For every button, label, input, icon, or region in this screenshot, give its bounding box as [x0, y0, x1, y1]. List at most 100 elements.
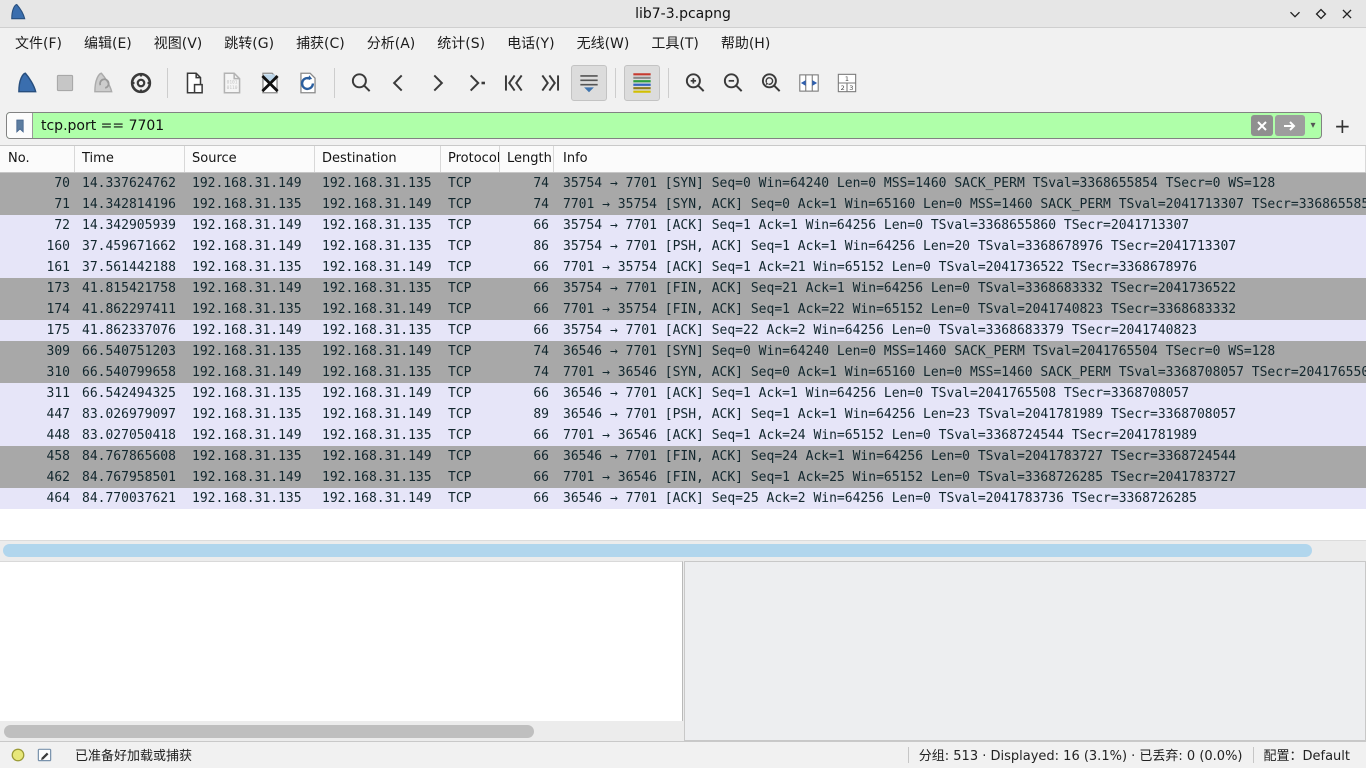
zoom-out-button[interactable] [715, 65, 751, 101]
packet-cell-protocol: TCP [441, 446, 500, 467]
packet-row[interactable]: 31166.542494325192.168.31.135192.168.31.… [0, 383, 1366, 404]
menu-item[interactable]: 编辑(E) [73, 29, 143, 59]
menu-item[interactable]: 帮助(H) [710, 29, 781, 59]
column-header-protocol[interactable]: Protocol [441, 146, 500, 172]
packet-list-hscrollbar-thumb[interactable] [3, 544, 1312, 557]
filter-apply-dropdown[interactable]: ▾ [1305, 115, 1321, 136]
packet-row[interactable]: 46284.767958501192.168.31.149192.168.31.… [0, 467, 1366, 488]
go-back-button[interactable] [381, 65, 417, 101]
menu-item[interactable]: 分析(A) [356, 29, 427, 59]
add-filter-button[interactable]: + [1334, 116, 1351, 136]
packet-details-hscrollbar-thumb[interactable] [4, 725, 534, 738]
packet-cell-no: 70 [0, 173, 75, 194]
packet-cell-source: 192.168.31.149 [185, 425, 315, 446]
packet-row[interactable]: 7214.342905939192.168.31.149192.168.31.1… [0, 215, 1366, 236]
column-header-no[interactable]: No. [0, 146, 75, 172]
go-to-packet-button[interactable] [457, 65, 493, 101]
toolbar-separator [167, 68, 168, 98]
menu-bar: 文件(F)编辑(E)视图(V)跳转(G)捕获(C)分析(A)统计(S)电话(Y)… [0, 28, 1366, 60]
expert-info-button[interactable] [10, 747, 26, 763]
packet-cell-destination: 192.168.31.135 [315, 215, 441, 236]
packet-cell-time: 37.561442188 [75, 257, 185, 278]
packet-row[interactable]: 30966.540751203192.168.31.135192.168.31.… [0, 341, 1366, 362]
packet-cell-no: 462 [0, 467, 75, 488]
maximize-button[interactable] [1308, 2, 1334, 26]
packet-row[interactable]: 17541.862337076192.168.31.149192.168.31.… [0, 320, 1366, 341]
menu-item[interactable]: 文件(F) [4, 29, 73, 59]
packet-row[interactable]: 31066.540799658192.168.31.149192.168.31.… [0, 362, 1366, 383]
menu-item[interactable]: 工具(T) [640, 29, 709, 59]
display-filter-input[interactable] [33, 118, 1251, 134]
start-capture-button[interactable] [9, 65, 45, 101]
column-header-destination[interactable]: Destination [315, 146, 441, 172]
resize-columns-button[interactable] [791, 65, 827, 101]
packet-row[interactable]: 7014.337624762192.168.31.149192.168.31.1… [0, 173, 1366, 194]
filter-clear-button[interactable] [1251, 115, 1273, 136]
column-header-info[interactable]: Info [554, 146, 1366, 172]
packet-cell-length: 66 [500, 215, 554, 236]
packet-row[interactable]: 17441.862297411192.168.31.135192.168.31.… [0, 299, 1366, 320]
menu-item[interactable]: 捕获(C) [285, 29, 356, 59]
menu-item[interactable]: 视图(V) [143, 29, 214, 59]
packet-cell-info: 35754 → 7701 [FIN, ACK] Seq=21 Ack=1 Win… [554, 278, 1366, 299]
auto-scroll-icon [576, 70, 602, 96]
packet-cell-length: 74 [500, 173, 554, 194]
packet-cell-source: 192.168.31.135 [185, 488, 315, 509]
display-filter-field[interactable]: ▾ [6, 112, 1322, 139]
close-file-button[interactable] [252, 65, 288, 101]
column-header-time[interactable]: Time [75, 146, 185, 172]
filter-bookmark-button[interactable] [7, 113, 33, 138]
packet-cell-info: 35754 → 7701 [SYN] Seq=0 Win=64240 Len=0… [554, 173, 1366, 194]
packet-row[interactable]: 46484.770037621192.168.31.135192.168.31.… [0, 488, 1366, 509]
column-header-source[interactable]: Source [185, 146, 315, 172]
packet-details-hscrollbar[interactable] [0, 721, 683, 741]
packet-row[interactable]: 16137.561442188192.168.31.135192.168.31.… [0, 257, 1366, 278]
packet-cell-destination: 192.168.31.149 [315, 446, 441, 467]
packet-cell-protocol: TCP [441, 173, 500, 194]
open-file-button[interactable] [176, 65, 212, 101]
capture-options-button[interactable] [123, 65, 159, 101]
menu-item[interactable]: 跳转(G) [213, 29, 285, 59]
packet-cell-destination: 192.168.31.149 [315, 341, 441, 362]
packet-row[interactable]: 45884.767865608192.168.31.135192.168.31.… [0, 446, 1366, 467]
find-packet-button[interactable] [343, 65, 379, 101]
packet-row[interactable]: 44783.026979097192.168.31.135192.168.31.… [0, 404, 1366, 425]
capture-comment-button[interactable] [36, 746, 53, 763]
menu-item[interactable]: 电话(Y) [496, 29, 565, 59]
packet-cell-time: 66.542494325 [75, 383, 185, 404]
packet-cell-protocol: TCP [441, 404, 500, 425]
zoom-in-button[interactable] [677, 65, 713, 101]
packet-cell-time: 41.815421758 [75, 278, 185, 299]
go-first-button[interactable] [495, 65, 531, 101]
close-button[interactable] [1334, 2, 1360, 26]
packet-cell-protocol: TCP [441, 362, 500, 383]
go-last-button[interactable] [533, 65, 569, 101]
go-forward-button[interactable] [419, 65, 455, 101]
capture-options-icon [128, 70, 154, 96]
packet-cell-info: 7701 → 36546 [FIN, ACK] Seq=1 Ack=25 Win… [554, 467, 1366, 488]
zoom-reset-button[interactable] [753, 65, 789, 101]
packet-row[interactable]: 44883.027050418192.168.31.149192.168.31.… [0, 425, 1366, 446]
layout-button[interactable]: 123 [829, 65, 865, 101]
reload-file-button[interactable] [290, 65, 326, 101]
minimize-button[interactable] [1282, 2, 1308, 26]
colorize-button[interactable] [624, 65, 660, 101]
zoom-in-icon [682, 70, 708, 96]
packet-row[interactable]: 17341.815421758192.168.31.149192.168.31.… [0, 278, 1366, 299]
main-toolbar: 01010110123 [0, 60, 1366, 106]
packet-cell-no: 71 [0, 194, 75, 215]
menu-item[interactable]: 无线(W) [566, 29, 641, 59]
packet-row[interactable]: 7114.342814196192.168.31.135192.168.31.1… [0, 194, 1366, 215]
column-header-length[interactable]: Length [500, 146, 554, 172]
packet-cell-length: 66 [500, 278, 554, 299]
packet-cell-source: 192.168.31.149 [185, 173, 315, 194]
filter-apply-button[interactable] [1275, 115, 1305, 136]
packet-cell-info: 7701 → 35754 [SYN, ACK] Seq=0 Ack=1 Win=… [554, 194, 1366, 215]
packet-cell-protocol: TCP [441, 488, 500, 509]
menu-item[interactable]: 统计(S) [426, 29, 496, 59]
packet-row[interactable]: 16037.459671662192.168.31.149192.168.31.… [0, 236, 1366, 257]
auto-scroll-button[interactable] [571, 65, 607, 101]
status-profile[interactable]: 配置：Default [1264, 745, 1351, 764]
packet-list-hscrollbar[interactable] [0, 540, 1366, 560]
packet-cell-length: 89 [500, 404, 554, 425]
